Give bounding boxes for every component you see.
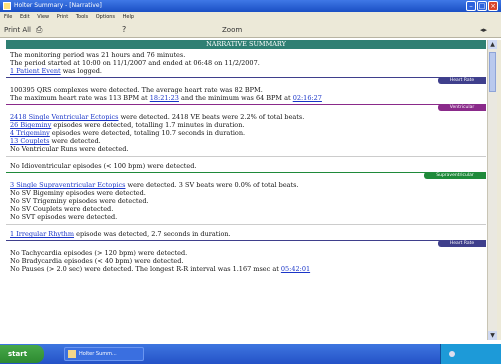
maximize-button[interactable]: □ bbox=[477, 1, 487, 11]
max-hr-text: The maximum heart rate was 113 BPM at bbox=[10, 94, 150, 102]
menu-file[interactable]: File bbox=[4, 14, 12, 20]
irregular-line: 1 Irregular Rhythm episode was detected,… bbox=[10, 230, 231, 238]
taskbar: start Holter Summ... bbox=[0, 344, 501, 364]
toolbar: Print All ⎙ ? Zoom ◂▸ bbox=[0, 22, 501, 38]
window-title: Holter Summary - [Narrative] bbox=[14, 2, 102, 9]
period-range: The period started at 10:00 on 11/1/2007… bbox=[10, 59, 260, 67]
supraventricular-separator bbox=[6, 172, 486, 173]
ventricular-runs: No Ventricular Runs were detected. bbox=[10, 145, 129, 153]
max-hr-time-link[interactable]: 18:21:23 bbox=[150, 94, 179, 102]
qrs-summary: 100395 QRS complexes were detected. The … bbox=[10, 86, 263, 94]
idioventricular: No Idioventricular episodes (< 100 bpm) … bbox=[10, 162, 197, 170]
pauses-text: No Pauses (> 2.0 sec) were detected. The… bbox=[10, 265, 281, 273]
trigeminy-rest: episodes were detected, totaling 10.7 se… bbox=[49, 129, 246, 137]
system-tray bbox=[440, 344, 501, 364]
tray-icon[interactable] bbox=[449, 351, 455, 357]
bradycardia: No Bradycardia episodes (< 40 bpm) were … bbox=[10, 257, 184, 265]
sv-bigeminy: No SV Bigeminy episodes were detected. bbox=[10, 189, 146, 197]
menu-edit[interactable]: Edit bbox=[20, 14, 30, 20]
sve-link[interactable]: 3 Single Supraventricular Ectopics bbox=[10, 181, 125, 189]
min-hr-text: and the minimum was 64 BPM at bbox=[178, 94, 293, 102]
print-icon[interactable]: ⎙ bbox=[36, 25, 42, 35]
irregular-rest: episode was detected, 2.7 seconds in dur… bbox=[74, 230, 231, 238]
scroll-down-icon[interactable]: ▼ bbox=[488, 331, 497, 340]
max-min-heart-rate: The maximum heart rate was 113 BPM at 18… bbox=[10, 94, 322, 102]
couplets-rest: were detected. bbox=[49, 137, 101, 145]
trigeminy-link[interactable]: 4 Trigeminy bbox=[10, 129, 50, 137]
heart-rate-tag: Heart Rate bbox=[438, 77, 486, 84]
patient-event-link[interactable]: 1 Patient Event bbox=[10, 67, 61, 75]
zoom-button[interactable]: Zoom bbox=[222, 25, 242, 35]
menu-options[interactable]: Options bbox=[96, 14, 115, 20]
monitoring-period: The monitoring period was 21 hours and 7… bbox=[10, 51, 186, 59]
close-button[interactable]: × bbox=[488, 1, 498, 11]
ve-rest: were detected. 2418 VE beats were 2.2% o… bbox=[118, 113, 305, 121]
menu-view[interactable]: View bbox=[37, 14, 49, 20]
bigeminy-link[interactable]: 26 Bigeminy bbox=[10, 121, 51, 129]
menu-print[interactable]: Print bbox=[57, 14, 69, 20]
ventricular-tag: Ventricular bbox=[438, 104, 486, 111]
report-viewport: NARRATIVE SUMMARY The monitoring period … bbox=[6, 40, 486, 340]
patient-event-line: 1 Patient Event was logged. bbox=[10, 67, 102, 75]
menu-tools[interactable]: Tools bbox=[76, 14, 88, 20]
min-hr-time-link[interactable]: 02:16:27 bbox=[293, 94, 322, 102]
window-frame-edge bbox=[497, 40, 501, 340]
sve-line: 3 Single Supraventricular Ectopics were … bbox=[10, 181, 299, 189]
menu-help[interactable]: Help bbox=[123, 14, 134, 20]
trigeminy-line: 4 Trigeminy episodes were detected, tota… bbox=[10, 129, 245, 137]
tachycardia: No Tachycardia episodes (> 120 bpm) were… bbox=[10, 249, 188, 257]
ve-line: 2418 Single Ventricular Ectopics were de… bbox=[10, 113, 304, 121]
report-banner: NARRATIVE SUMMARY bbox=[6, 40, 486, 49]
menu-bar: File Edit View Print Tools Options Help bbox=[0, 12, 501, 22]
bigeminy-rest: episodes were detected, totalling 1.7 mi… bbox=[51, 121, 245, 129]
taskbar-item-holter[interactable]: Holter Summ... bbox=[64, 347, 144, 361]
print-all-button[interactable]: Print All bbox=[4, 25, 31, 35]
help-icon[interactable]: ? bbox=[122, 25, 126, 35]
heart-rate-tag-2: Heart Rate bbox=[438, 240, 486, 247]
supraventricular-tag: Supraventricular bbox=[424, 172, 486, 179]
longest-rr-link[interactable]: 05:42:01 bbox=[281, 265, 310, 273]
scroll-thumb[interactable] bbox=[489, 52, 496, 92]
patient-event-rest: was logged. bbox=[60, 67, 102, 75]
task-label: Holter Summ... bbox=[79, 351, 117, 357]
title-bar: Holter Summary - [Narrative] – □ × bbox=[0, 0, 501, 12]
supraventricular-divider bbox=[6, 224, 486, 225]
heart-rate-separator bbox=[6, 77, 486, 78]
nav-arrows-icon[interactable]: ◂▸ bbox=[480, 25, 487, 35]
pauses-line: No Pauses (> 2.0 sec) were detected. The… bbox=[10, 265, 310, 273]
couplets-line: 13 Couplets were detected. bbox=[10, 137, 101, 145]
ventricular-separator bbox=[6, 104, 486, 105]
sv-trigeminy: No SV Trigeminy episodes were detected. bbox=[10, 197, 149, 205]
couplets-link[interactable]: 13 Couplets bbox=[10, 137, 49, 145]
app-icon bbox=[3, 2, 11, 10]
sv-couplets: No SV Couplets were detected. bbox=[10, 205, 114, 213]
bigeminy-line: 26 Bigeminy episodes were detected, tota… bbox=[10, 121, 244, 129]
vertical-scrollbar[interactable]: ▲ ▼ bbox=[487, 40, 497, 340]
scroll-up-icon[interactable]: ▲ bbox=[488, 40, 497, 49]
minimize-button[interactable]: – bbox=[466, 1, 476, 11]
task-app-icon bbox=[68, 350, 76, 358]
irregular-link[interactable]: 1 Irregular Rhythm bbox=[10, 230, 74, 238]
start-button[interactable]: start bbox=[0, 345, 44, 363]
heart-rate-separator-2 bbox=[6, 240, 486, 241]
ventricular-divider bbox=[6, 156, 486, 157]
svt-episodes: No SVT episodes were detected. bbox=[10, 213, 118, 221]
sve-rest: were detected. 3 SV beats were 0.0% of t… bbox=[125, 181, 299, 189]
ve-link[interactable]: 2418 Single Ventricular Ectopics bbox=[10, 113, 119, 121]
